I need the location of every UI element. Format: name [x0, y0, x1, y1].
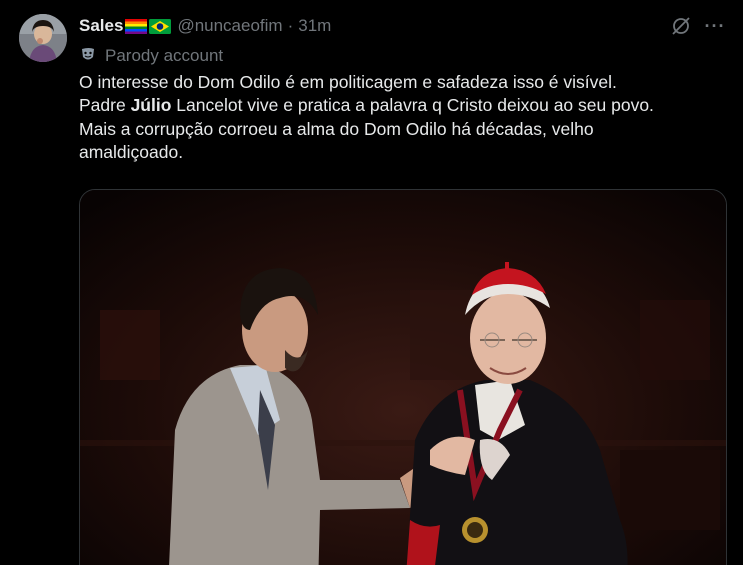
more-options-button[interactable]: ···	[702, 13, 728, 39]
parody-label: Parody account	[79, 46, 223, 66]
post-line: Padre Júlio Lancelot vive e pratica a pa…	[79, 94, 729, 117]
avatar[interactable]	[19, 14, 67, 62]
author-name[interactable]: Sales	[79, 16, 123, 36]
rainbow-flag-icon	[125, 18, 148, 34]
post-timestamp[interactable]: 31m	[298, 16, 331, 36]
grok-icon	[672, 17, 690, 35]
post[interactable]: Sales @nuncaeofim · 31m ··· Parody accou…	[0, 0, 743, 565]
brazil-flag-icon	[149, 18, 172, 34]
separator-dot: ·	[287, 16, 294, 35]
author-handle[interactable]: @nuncaeofim	[177, 16, 282, 36]
parody-text: Parody account	[105, 46, 224, 65]
text-segment: Padre	[79, 95, 131, 116]
post-header: Sales @nuncaeofim · 31m	[79, 15, 331, 37]
post-line: Mais a corrupção corroeu a alma do Dom O…	[79, 118, 594, 139]
theater-masks-icon	[82, 48, 94, 60]
text-segment: Lancelot vive e pratica a palavra q Cris…	[171, 95, 654, 116]
post-text: O interesse do Dom Odilo é em politicage…	[79, 71, 729, 164]
post-line: O interesse do Dom Odilo é em politicage…	[79, 72, 617, 92]
more-icon: ···	[704, 15, 726, 36]
grok-button[interactable]	[669, 14, 693, 38]
bold-name: Júlio	[130, 95, 172, 116]
post-line: amaldiçoado.	[79, 141, 184, 162]
post-photo[interactable]	[79, 189, 727, 565]
